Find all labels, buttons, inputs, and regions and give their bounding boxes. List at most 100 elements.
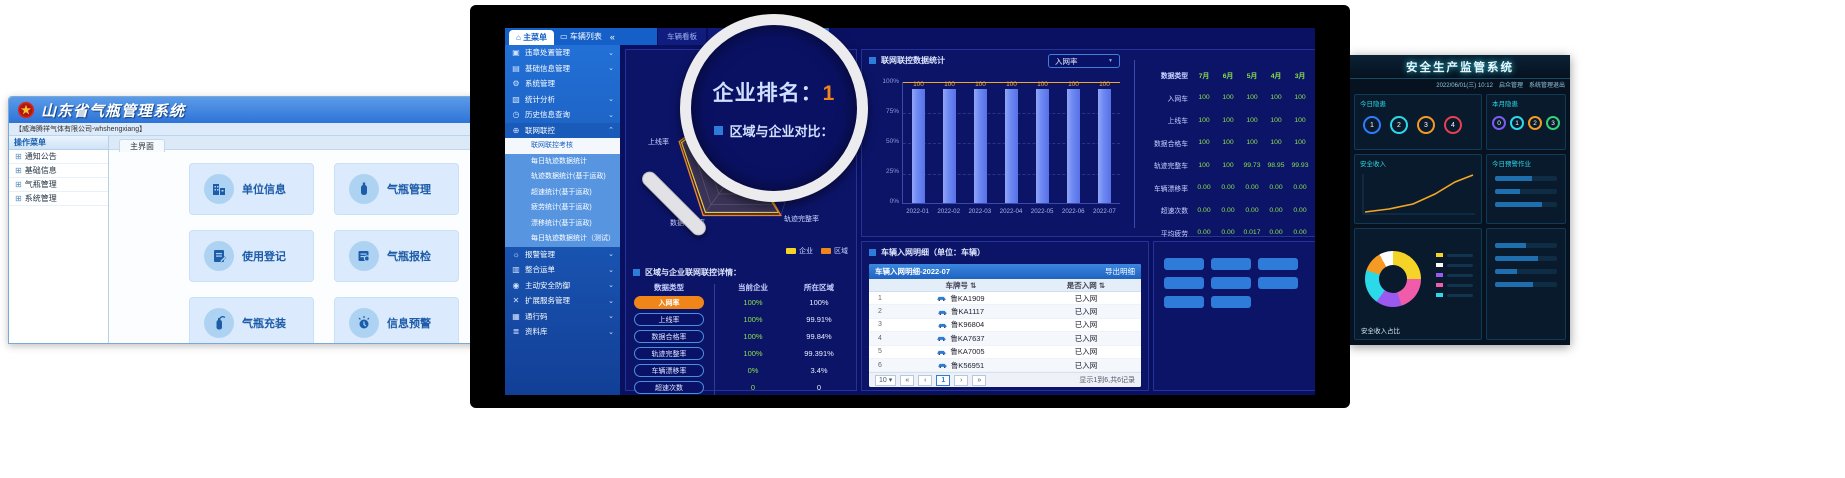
table-row[interactable]: 3 鲁K96804 已入网 [869,319,1141,332]
library-icon: ≣ [511,327,521,336]
gauge-ring: 2 [1528,116,1542,130]
table-row[interactable]: 6 鲁K56951 已入网 [869,359,1141,372]
tile-cylinder-mgmt[interactable]: 气瓶管理 [334,163,459,215]
sidebar-item-network[interactable]: ⊕联网联控⌃ [505,123,620,139]
gas-company-label: 【威海腾祥气体有限公司-whshengxiang】 [9,123,507,136]
magnifier-overlay: 企业排名：1 区域与企业对比： [680,14,868,202]
sidebar-item-history[interactable]: ◷历史信息查询⌄ [505,107,620,123]
submenu-network-assessment[interactable]: 联网联控考核 [505,138,620,154]
chevron-down-icon: ⌄ [608,95,614,103]
gas-menu-item-system[interactable]: ⊞系统管理 [9,192,108,206]
submenu-daily-track-test[interactable]: 每日轨迹数据统计（测试） [505,231,620,247]
action-pill[interactable] [1211,277,1251,289]
vehicle-list-link[interactable]: ▭ 车辆列表 [560,31,602,42]
sidebar-item-system[interactable]: ⚙系统管理 [505,76,620,92]
x-tick: 2022-01 [903,208,933,215]
stat-row-track: 轨迹完整率 100% 99.391% [626,345,856,362]
section-bullet-icon [633,269,640,276]
collapse-sidebar-button[interactable]: « [610,32,615,42]
gas-menu-item-cylinder[interactable]: ⊞气瓶管理 [9,178,108,192]
safety-title: 安全生产监管系统 [1406,59,1514,75]
sort-icon[interactable]: ⇅ [970,281,976,290]
next-page-button[interactable]: › [954,375,968,386]
action-pill[interactable] [1211,296,1251,308]
progress-bar [1495,282,1557,287]
legend-swatch-orange [821,248,831,254]
stat-pill-track-rate[interactable]: 轨迹完整率 [634,347,704,360]
sort-icon[interactable]: ⇅ [1099,281,1105,290]
page-size-select[interactable]: 10 ▾ [875,375,896,386]
col-status[interactable]: 是否入网 ⇅ [1031,280,1141,291]
prev-page-button[interactable]: ‹ [918,375,932,386]
stat-ent-value: 0 [722,383,784,392]
submenu-fatigue-stats[interactable]: 疲劳统计(基于运政) [505,200,620,216]
sidebar-item-extend-service[interactable]: ✕扩展服务管理⌄ [505,293,620,309]
tile-cylinder-filling[interactable]: 气瓶充装 [189,297,314,344]
sidebar-item-alarm[interactable]: ☼报警管理⌄ [505,247,620,263]
chevron-down-icon: ⌄ [608,312,614,320]
chevron-down-icon: ⌄ [608,64,614,72]
table-row[interactable]: 1 鲁KA1909 已入网 [869,292,1141,305]
gas-menu-item-notice[interactable]: ⊞通知公告 [9,150,108,164]
stat-pill-drift-rate[interactable]: 车辆漂移率 [634,364,704,377]
month-hazard-panel: 本月隐患 0 1 2 3 [1486,94,1566,150]
action-pill[interactable] [1211,258,1251,270]
main-menu-tab[interactable]: ⌂ 主菜单 [509,30,554,45]
table-row[interactable]: 5 鲁KA7005 已入网 [869,346,1141,359]
network-stats-panel: 联网联控数据统计 入网率▼ 100% 75% 50% 25% 0% 100 [861,49,1315,237]
gas-sidebar: 操作菜单 ⊞通知公告 ⊞基础信息 ⊞气瓶管理 ⊞系统管理 [9,136,109,344]
metric-dropdown[interactable]: 入网率▼ [1048,54,1120,68]
submenu-overspeed-stats[interactable]: 超速统计(基于运政) [505,185,620,201]
action-pill[interactable] [1164,277,1204,289]
today-hazard-panel: 今日隐患 1 2 3 4 [1354,94,1482,150]
action-pill[interactable] [1258,277,1298,289]
stat-pill-online-rate[interactable]: 上线率 [634,313,704,326]
national-emblem-icon [17,101,35,119]
action-pill[interactable] [1164,296,1204,308]
export-detail-button[interactable]: 导出明细 [1105,266,1135,277]
action-pill[interactable] [1258,258,1298,270]
sidebar-item-pass-code[interactable]: ▦通行码⌄ [505,309,620,325]
col-plate[interactable]: 车牌号 ⇅ [891,280,1031,291]
gas-app-window: 山东省气瓶管理系统 【威海腾祥气体有限公司-whshengxiang】 操作菜单… [8,96,508,344]
last-page-button[interactable]: » [972,375,986,386]
monitor-sidebar: ▣违章处置管理⌄ ▤基础信息管理⌄ ⚙系统管理 ▧统计分析⌄ ◷历史信息查询⌄ … [505,45,620,395]
safety-meta: 2022/06/01(三) 10:12 启众管理 系统管理退出 [1350,79,1570,90]
user-label[interactable]: 启众管理 [1499,80,1523,89]
logout-link[interactable]: 系统管理退出 [1529,80,1565,89]
tile-cylinder-inspect[interactable]: 气瓶报检 [334,230,459,282]
x-tick: 2022-04 [996,208,1026,215]
stat-pill-quality-rate[interactable]: 数据合格率 [634,330,704,343]
sidebar-item-library[interactable]: ≣资料库⌄ [505,324,620,340]
legend-swatch-yellow [786,248,796,254]
stat-pill-overspeed[interactable]: 超速次数 [634,381,704,394]
table-row[interactable]: 4 鲁KA7637 已入网 [869,332,1141,345]
violation-icon: ▣ [511,48,521,57]
sidebar-item-stats[interactable]: ▧统计分析⌄ [505,92,620,108]
sidebar-item-violation[interactable]: ▣违章处置管理⌄ [505,45,620,61]
sidebar-item-safety-defense[interactable]: ◉主动安全防御⌄ [505,278,620,294]
tile-usage-register[interactable]: 使用登记 [189,230,314,282]
gas-tab-home[interactable]: 主界面 [119,139,165,152]
current-page[interactable]: 1 [936,375,950,386]
first-page-button[interactable]: « [900,375,914,386]
sidebar-item-base-info[interactable]: ▤基础信息管理⌄ [505,61,620,77]
stat-pill-network-rate[interactable]: 入网率 [634,296,704,309]
bar-2022-06: 100 [1063,81,1085,203]
submenu-track-stats[interactable]: 轨迹数据统计(基于运政) [505,169,620,185]
section-bullet-icon [714,126,723,135]
income-line-chart [1355,168,1481,220]
tile-unit-info[interactable]: 单位信息 [189,163,314,215]
gas-menu-item-baseinfo[interactable]: ⊞基础信息 [9,164,108,178]
chevron-down-icon: ⌄ [608,297,614,305]
stat-ent-value: 100% [722,315,784,324]
submenu-daily-track-stats[interactable]: 每日轨迹数据统计 [505,154,620,170]
submenu-drift-stats[interactable]: 漂移统计(基于运政) [505,216,620,232]
car-icon [937,335,946,341]
monthly-row-network: 入网车 100100100100100100 [1142,87,1315,110]
table-row[interactable]: 2 鲁KA1117 已入网 [869,305,1141,318]
action-pill[interactable] [1164,258,1204,270]
sidebar-item-waybill[interactable]: ▥整合运单⌄ [505,262,620,278]
tab-vehicle-board[interactable]: 车辆看板 [658,28,707,45]
tile-info-alert[interactable]: 信息预警 [334,297,459,344]
